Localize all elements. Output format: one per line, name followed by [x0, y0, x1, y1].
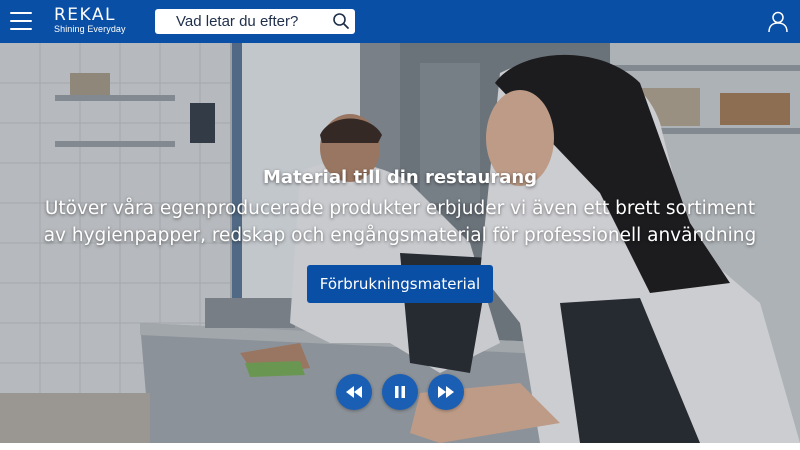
- hero-subtitle-line-1: Utöver våra egenproducerade produkter er…: [44, 198, 756, 219]
- fast-forward-icon: [438, 386, 454, 398]
- search-box: [155, 9, 355, 34]
- hamburger-menu-icon[interactable]: [10, 12, 32, 30]
- search-icon[interactable]: [332, 12, 350, 30]
- search-input[interactable]: [176, 10, 341, 33]
- brand-name: REKAL: [54, 5, 117, 25]
- carousel-next-button[interactable]: [428, 374, 464, 410]
- hero-title: Material till din restaurang: [262, 167, 538, 188]
- consumables-cta-button[interactable]: Förbrukningsmaterial: [307, 265, 493, 303]
- hero-subtitle-line-2: av hygienpapper, redskap och engångsmate…: [43, 225, 757, 246]
- rewind-icon: [346, 386, 362, 398]
- brand-tagline: Shining Everyday: [54, 24, 126, 34]
- hero-banner: Material till din restaurang Utöver våra…: [0, 43, 800, 443]
- pause-icon: [395, 386, 405, 398]
- carousel-pause-button[interactable]: [382, 374, 418, 410]
- user-icon[interactable]: [768, 11, 788, 33]
- carousel-previous-button[interactable]: [336, 374, 372, 410]
- hero-subtitle: Utöver våra egenproducerade produkter er…: [40, 195, 760, 249]
- site-header: REKAL Shining Everyday: [0, 0, 800, 43]
- brand-logo[interactable]: REKAL Shining Everyday: [54, 6, 126, 35]
